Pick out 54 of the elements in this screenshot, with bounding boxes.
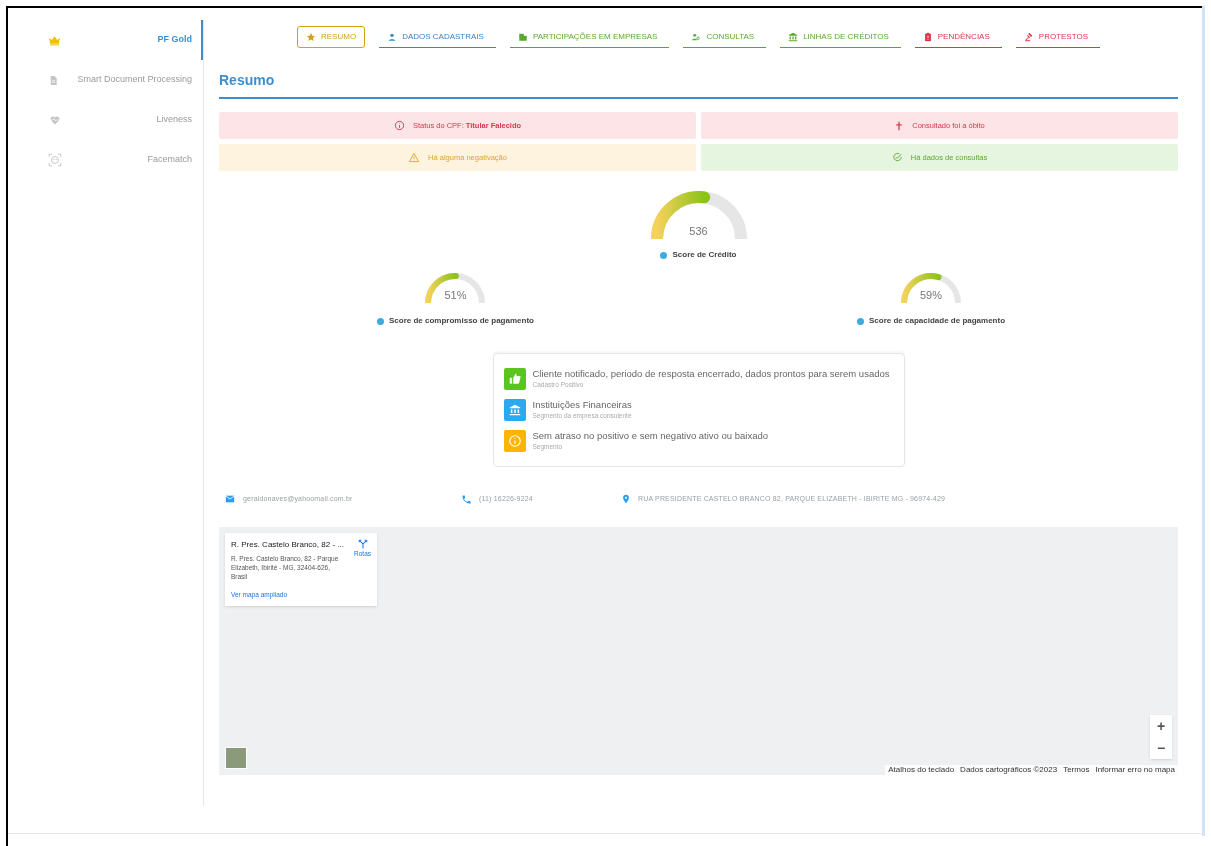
person-icon <box>387 31 398 42</box>
tab[interactable]: CONSULTAS <box>683 26 767 48</box>
people-icon <box>691 31 702 42</box>
info-icon <box>503 430 526 452</box>
thumbs-up-icon <box>503 368 526 390</box>
satellite-thumbnail[interactable] <box>225 747 247 769</box>
tab[interactable]: LINHAS DE CRÉDITOS <box>780 26 901 48</box>
directions-icon <box>357 539 368 549</box>
tab[interactable]: PROTESTOS <box>1015 26 1100 48</box>
gavel-icon <box>1023 31 1034 42</box>
place-title: R. Pres. Castelo Branco, 82 - ... <box>231 539 344 551</box>
map-attribution[interactable]: Informar erro no mapa <box>1095 765 1175 775</box>
gauge-value: 536 <box>689 223 708 239</box>
map-attribution[interactable]: Atalhos do teclado <box>888 765 955 775</box>
warning-icon <box>408 152 421 163</box>
face-icon <box>48 153 62 167</box>
map-attribution[interactable]: Dados cartográficos ©2023 <box>960 765 1058 775</box>
info-icon <box>393 120 405 131</box>
zoom-in-button[interactable]: + <box>1150 715 1172 737</box>
location-pin-icon <box>621 493 631 505</box>
info-icon <box>377 317 384 325</box>
tab[interactable]: RESUMO <box>297 26 366 48</box>
info-title: Cliente notificado, periodo de resposta encerrado, dados prontos para serem usados <box>532 368 890 380</box>
bank-icon <box>503 399 526 421</box>
info-icon <box>660 251 668 259</box>
info-title: Instituições Financeiras <box>532 399 632 411</box>
sidebar-item[interactable]: Smart Document Processing <box>8 60 203 100</box>
gauge-label: Score de compromisso de pagamento <box>389 315 534 327</box>
heartbeat-icon <box>48 114 62 126</box>
gauge-value: 51% <box>444 287 467 303</box>
envelope-icon <box>224 494 236 504</box>
document-icon <box>48 73 59 87</box>
sidebar-item[interactable]: Liveness <box>8 100 203 140</box>
crown-icon <box>48 33 61 47</box>
gauge-value: 59% <box>920 287 943 303</box>
cross-icon <box>894 119 905 132</box>
check-circle-icon <box>891 152 903 163</box>
star-icon <box>306 32 316 42</box>
tab[interactable]: PARTICIPAÇÕES EM EMPRESAS <box>509 26 670 48</box>
building-icon <box>517 31 528 42</box>
bank-icon <box>788 31 799 42</box>
zoom-out-button[interactable]: − <box>1150 737 1172 759</box>
info-title: Sem atraso no positivo e sem negativo ativo ou baixado <box>532 430 769 442</box>
gauge-label: Score de capacidade de pagamento <box>869 315 1006 327</box>
sidebar-item[interactable]: Facematch <box>8 140 203 180</box>
section-title: Resumo <box>219 70 1178 99</box>
tab[interactable]: PENDÊNCIAS <box>914 26 1002 48</box>
info-icon <box>857 317 864 325</box>
gauge-label: Score de Crédito <box>672 249 737 261</box>
clipboard-icon <box>922 31 933 42</box>
map-attribution[interactable]: Termos <box>1063 765 1090 775</box>
sidebar-item[interactable]: PF Gold <box>8 20 203 60</box>
phone-icon <box>461 493 472 505</box>
tab[interactable]: DADOS CADASTRAIS <box>379 26 496 48</box>
